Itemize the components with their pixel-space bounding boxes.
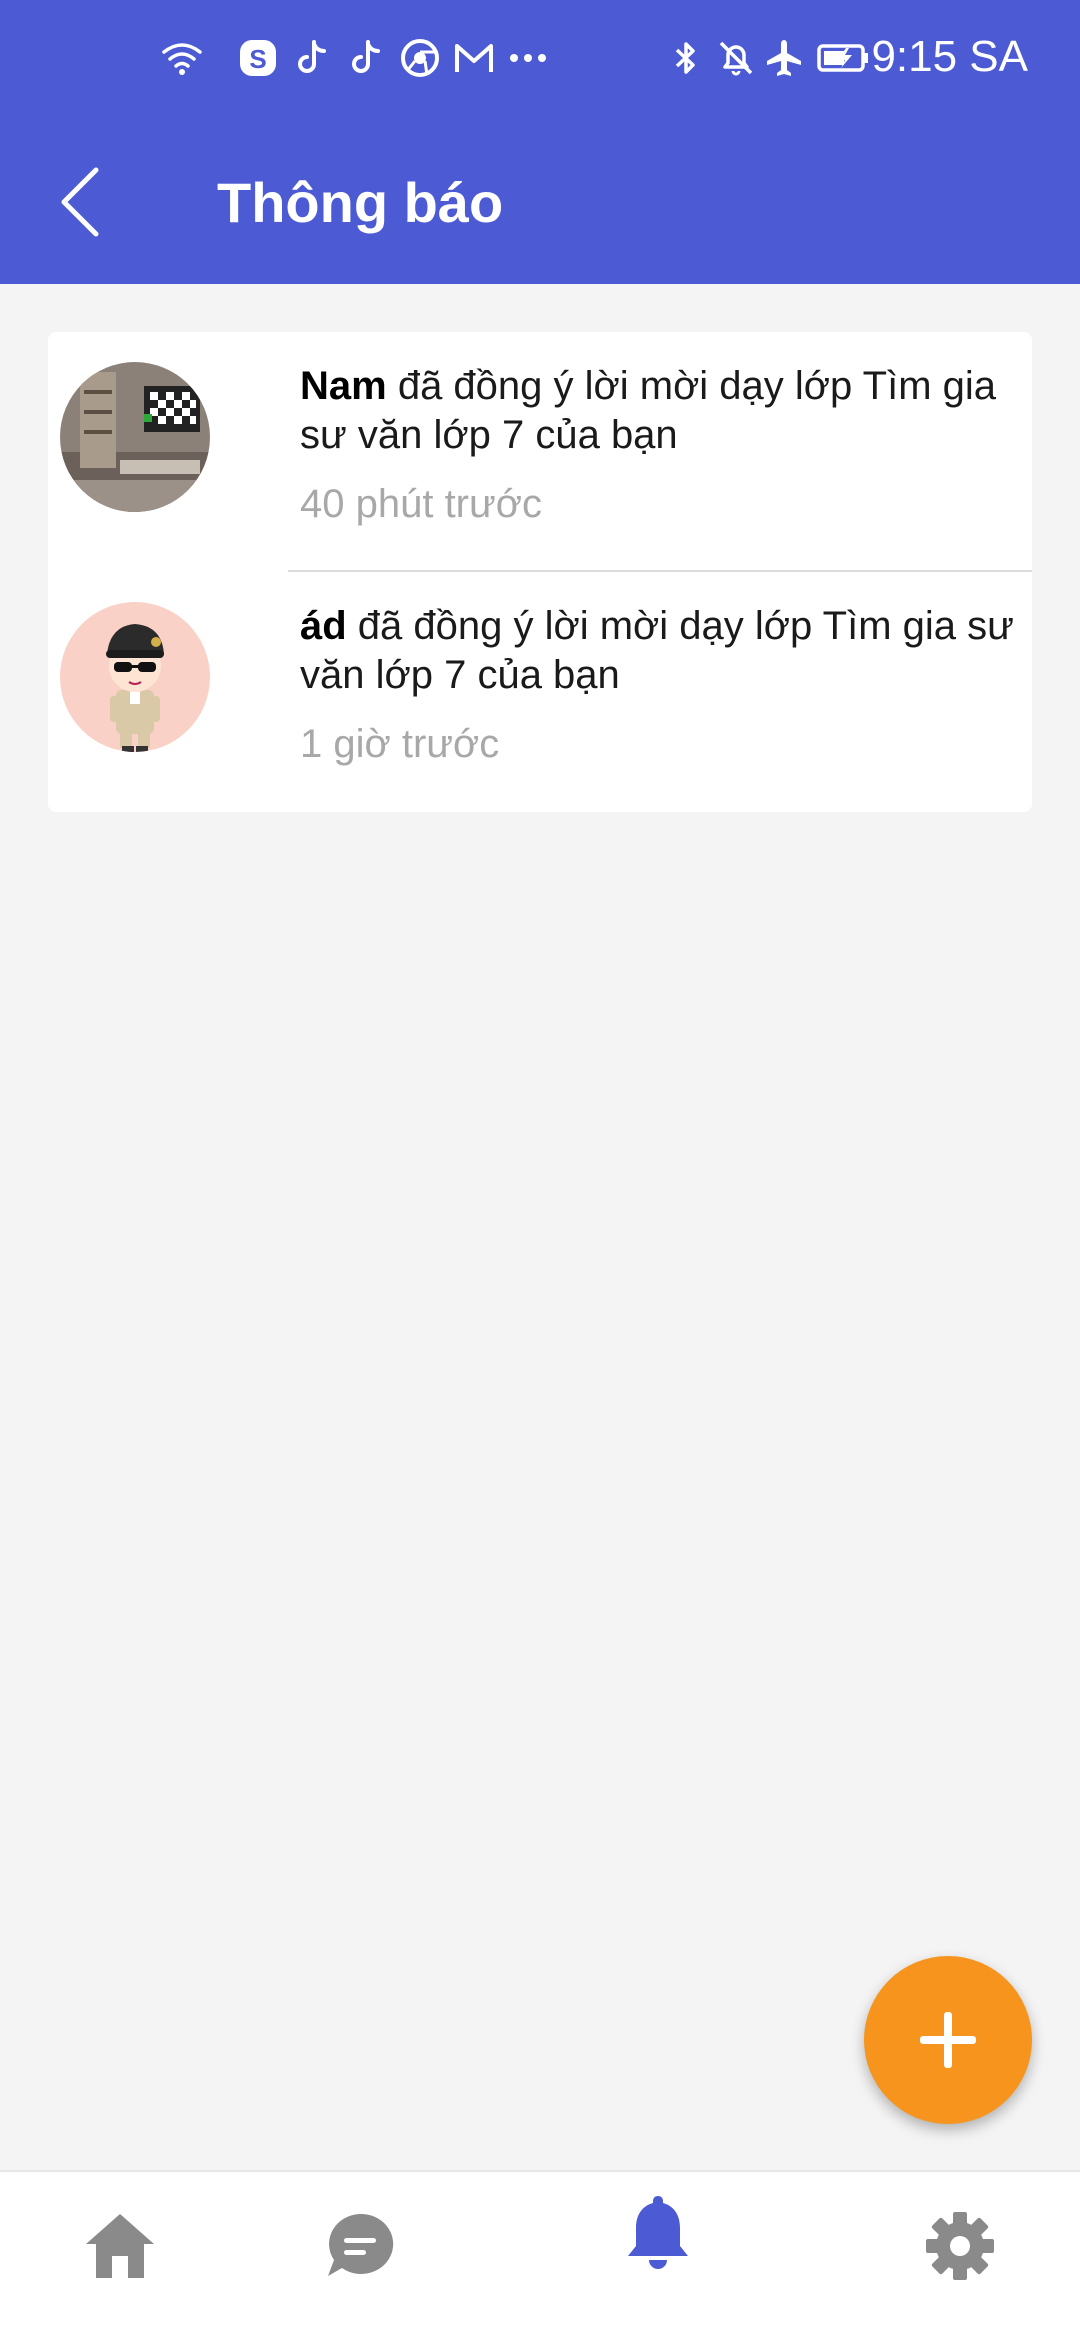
tiktok-icon: [298, 40, 326, 73]
app-bar: Thông báo: [0, 120, 1080, 284]
more-dots-icon: [510, 54, 546, 62]
notification-message: Nam đã đồng ý lời mời dạy lớp Tìm gia sư…: [300, 362, 1020, 460]
notification-sender: Nam: [300, 364, 387, 408]
gmail-icon: [455, 44, 493, 72]
notification-body: đã đồng ý lời mời dạy lớp Tìm gia sư văn…: [300, 604, 1014, 697]
chat-icon[interactable]: [320, 2206, 400, 2286]
room-photo-avatar: [60, 362, 210, 512]
notification-body: đã đồng ý lời mời dạy lớp Tìm gia sư văn…: [300, 364, 997, 457]
bell-icon[interactable]: [618, 2192, 698, 2272]
bottom-navigation: [0, 2170, 1080, 2340]
status-time: 9:15 SA: [871, 32, 1028, 81]
gear-icon[interactable]: [920, 2206, 1000, 2286]
notification-item[interactable]: ád đã đồng ý lời mời dạy lớp Tìm gia sư …: [48, 572, 1032, 812]
avatar: [60, 602, 210, 752]
notification-list: Nam đã đồng ý lời mời dạy lớp Tìm gia sư…: [48, 332, 1032, 812]
plus-icon: [920, 2012, 976, 2068]
avatar: [60, 362, 210, 512]
svg-text:S: S: [249, 44, 266, 74]
notification-time: 1 giờ trước: [300, 722, 500, 766]
tiktok-icon: [352, 40, 380, 73]
wifi-icon: [162, 43, 202, 75]
status-bar: S 9:15 SA: [0, 0, 1080, 120]
chrome-icon: [401, 39, 439, 77]
notification-time: 40 phút trước: [300, 482, 543, 526]
airplane-mode-icon: [767, 40, 801, 76]
back-button[interactable]: [56, 160, 116, 244]
notification-item[interactable]: Nam đã đồng ý lời mời dạy lớp Tìm gia sư…: [48, 332, 1032, 572]
cartoon-soldier-avatar: [60, 602, 210, 752]
bluetooth-icon: [675, 42, 695, 74]
notification-sender: ád: [300, 604, 347, 648]
skype-icon: S: [240, 40, 276, 76]
home-icon[interactable]: [80, 2206, 160, 2286]
battery-charging-icon: [817, 44, 868, 72]
add-button[interactable]: [864, 1956, 1032, 2124]
page-title: Thông báo: [217, 171, 504, 234]
notifications-off-icon: [719, 41, 753, 76]
notification-message: ád đã đồng ý lời mời dạy lớp Tìm gia sư …: [300, 602, 1020, 700]
